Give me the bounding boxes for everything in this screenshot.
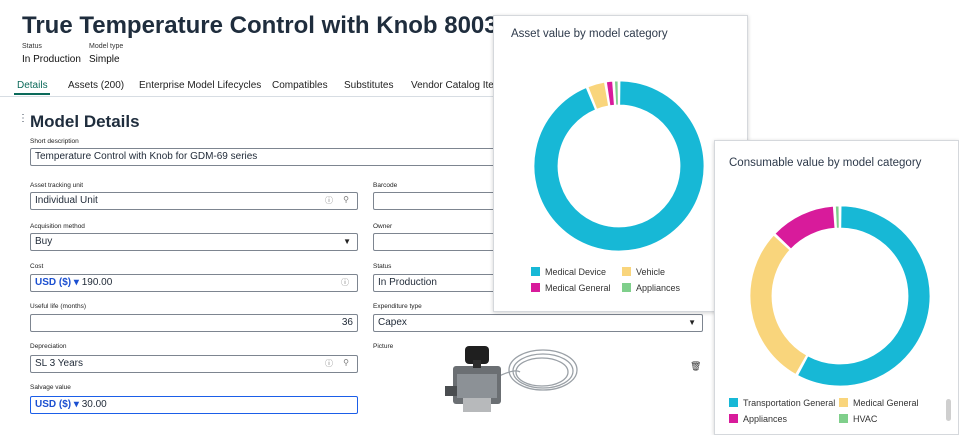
legend-swatch bbox=[622, 283, 631, 292]
salvage-value-field[interactable]: USD ($) ▾ 30.00 bbox=[30, 396, 358, 414]
legend-item-vehicle[interactable]: Vehicle bbox=[622, 267, 665, 277]
donut-slice-transportation-general[interactable] bbox=[797, 205, 930, 387]
legend-item-appliances[interactable]: Appliances bbox=[729, 414, 787, 424]
legend-swatch bbox=[531, 283, 540, 292]
tab-enterprise-model-lifecycles[interactable]: Enterprise Model Lifecycles bbox=[139, 80, 261, 91]
legend-item-appliances[interactable]: Appliances bbox=[622, 283, 680, 293]
cost-label: Cost bbox=[30, 263, 44, 270]
donut-slice-hvac[interactable] bbox=[835, 205, 840, 229]
dropdown-caret-icon: ▼ bbox=[343, 237, 351, 246]
tab-compatibles[interactable]: Compatibles bbox=[272, 80, 328, 91]
info-icon[interactable]: ⓘ bbox=[325, 195, 333, 206]
donut-slice-appliances[interactable] bbox=[774, 205, 836, 250]
legend-swatch bbox=[839, 398, 848, 407]
legend-item-medical-general[interactable]: Medical General bbox=[839, 398, 919, 408]
legend-item-medical-general[interactable]: Medical General bbox=[531, 283, 611, 293]
currency-selector[interactable]: USD ($) ▾ bbox=[35, 399, 79, 410]
page-title: True Temperature Control with Knob 80039… bbox=[22, 12, 550, 40]
legend-swatch bbox=[622, 267, 631, 276]
legend-item-hvac[interactable]: HVAC bbox=[839, 414, 877, 424]
short-description-label: Short description bbox=[30, 138, 79, 145]
asset-card-title: Asset value by model category bbox=[511, 28, 668, 40]
legend-item-medical-device[interactable]: Medical Device bbox=[531, 267, 606, 277]
active-tab-indicator bbox=[14, 93, 50, 95]
asset-donut-chart bbox=[534, 80, 704, 252]
tab-substitutes[interactable]: Substitutes bbox=[344, 80, 393, 91]
drag-handle-icon[interactable]: ⋮ bbox=[18, 113, 28, 124]
product-picture bbox=[425, 338, 585, 418]
acquisition-method-label: Acquisition method bbox=[30, 223, 85, 230]
search-icon[interactable]: ⚲ bbox=[343, 358, 349, 367]
useful-life-label: Useful life (months) bbox=[30, 303, 86, 310]
asset-tracking-unit-label: Asset tracking unit bbox=[30, 182, 84, 189]
trash-icon[interactable]: 🗑 bbox=[690, 361, 701, 372]
asset-tracking-unit-field[interactable]: Individual Unit ⓘ ⚲ bbox=[30, 192, 358, 210]
consumable-card-title: Consumable value by model category bbox=[729, 157, 922, 169]
depreciation-label: Depreciation bbox=[30, 343, 67, 350]
currency-selector[interactable]: USD ($) ▾ bbox=[35, 277, 79, 288]
model-type-value: Simple bbox=[89, 54, 120, 65]
salvage-value-label: Salvage value bbox=[30, 384, 71, 391]
legend-item-transportation-general[interactable]: Transportation General bbox=[729, 398, 835, 408]
legend-swatch bbox=[729, 398, 738, 407]
consumable-value-card: Consumable value by model category Trans… bbox=[714, 140, 959, 435]
cost-field[interactable]: USD ($) ▾ 190.00 ⓘ bbox=[30, 274, 358, 292]
legend-scrollbar[interactable] bbox=[946, 399, 951, 421]
owner-label: Owner bbox=[373, 223, 393, 230]
status-label: Status bbox=[22, 43, 42, 50]
donut-slice-medical-device[interactable] bbox=[534, 80, 704, 252]
info-icon[interactable]: ⓘ bbox=[341, 277, 349, 288]
legend-swatch bbox=[531, 267, 540, 276]
section-title: Model Details bbox=[30, 112, 140, 131]
dropdown-caret-icon: ▼ bbox=[688, 318, 696, 327]
expenditure-type-select[interactable]: Capex ▼ bbox=[373, 314, 703, 332]
model-type-label: Model type bbox=[89, 43, 124, 50]
useful-life-field[interactable]: 36 bbox=[30, 314, 358, 332]
tab-details[interactable]: Details bbox=[17, 80, 48, 91]
asset-value-card: Asset value by model category Medical De… bbox=[493, 15, 748, 312]
legend-swatch bbox=[729, 414, 738, 423]
status-field-label: Status bbox=[373, 263, 392, 270]
tab-vendor-catalog-items[interactable]: Vendor Catalog Iter bbox=[411, 80, 497, 91]
barcode-label: Barcode bbox=[373, 182, 398, 189]
donut-slice-appliances[interactable] bbox=[614, 80, 619, 106]
search-icon[interactable]: ⚲ bbox=[343, 195, 349, 204]
picture-label: Picture bbox=[373, 343, 394, 350]
expenditure-type-label: Expenditure type bbox=[373, 303, 422, 310]
tab-assets[interactable]: Assets (200) bbox=[68, 80, 124, 91]
legend-swatch bbox=[839, 414, 848, 423]
consumable-donut-chart bbox=[750, 205, 930, 387]
acquisition-method-select[interactable]: Buy ▼ bbox=[30, 233, 358, 251]
depreciation-field[interactable]: SL 3 Years ⓘ ⚲ bbox=[30, 355, 358, 373]
donut-slice-medical-general[interactable] bbox=[750, 234, 808, 375]
status-value: In Production bbox=[22, 54, 81, 65]
info-icon[interactable]: ⓘ bbox=[325, 358, 333, 369]
